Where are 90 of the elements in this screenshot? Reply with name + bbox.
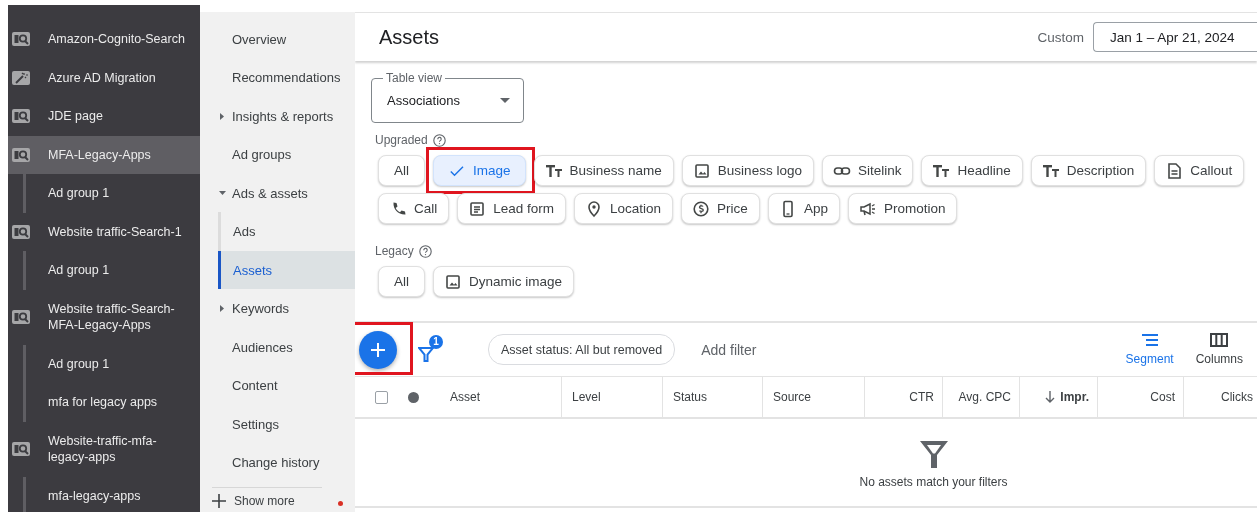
nav-item[interactable]: Ad groups — [200, 135, 355, 174]
nav-item[interactable]: Change history — [200, 443, 355, 482]
asset-type-chip[interactable]: All — [378, 266, 425, 297]
campaign-item[interactable]: JDE page — [8, 97, 200, 136]
ad-group-item[interactable]: mfa-legacy-apps — [8, 476, 200, 512]
campaign-icon — [12, 32, 30, 47]
group-label: Legacy — [375, 244, 414, 258]
campaign-icon — [12, 147, 30, 162]
form-icon — [468, 199, 487, 218]
help-icon — [432, 133, 446, 147]
campaign-item[interactable]: Website-traffic-mfa-legacy-apps — [8, 421, 200, 477]
asset-type-chip[interactable]: Business name — [533, 155, 674, 186]
nav-item[interactable]: Overview — [200, 19, 355, 59]
document-icon — [1165, 161, 1184, 180]
asset-type-chip[interactable]: All — [378, 155, 425, 186]
nav-item[interactable]: Assets — [218, 250, 355, 290]
asset-type-chip[interactable]: Dynamic image — [433, 266, 575, 297]
date-preset-label: Custom — [1037, 29, 1084, 45]
column-header[interactable]: Clicks — [1221, 390, 1253, 404]
column-header[interactable]: Cost — [1150, 390, 1175, 404]
select-all-checkbox[interactable] — [375, 390, 388, 404]
asset-type-chip[interactable]: Business logo — [681, 155, 814, 186]
ad-group-item[interactable]: Ad group 1 — [8, 251, 200, 290]
dropdown-value: Associations — [387, 93, 460, 108]
page-title: Assets — [379, 25, 441, 49]
columns-icon — [1210, 333, 1229, 347]
nav-item[interactable]: Ads & assets — [200, 173, 355, 213]
asset-type-chip[interactable]: Sitelink — [821, 155, 914, 186]
caret-down-icon — [219, 189, 226, 197]
date-range-picker[interactable]: Jan 1 – Apr 21, 2024 — [1093, 22, 1257, 52]
campaign-icon — [12, 109, 30, 124]
nav-item[interactable]: Settings — [200, 404, 355, 444]
campaign-item[interactable]: Amazon-Cognito-Search — [8, 20, 200, 59]
column-header[interactable]: Impr. — [1060, 390, 1089, 404]
asset-type-chip[interactable]: Location — [574, 193, 674, 224]
column-header[interactable]: Level — [572, 390, 601, 404]
dollar-icon — [692, 199, 711, 218]
plus-icon — [212, 493, 226, 508]
empty-message: No assets match your filters — [859, 475, 1008, 489]
filter-count-badge: 1 — [429, 334, 443, 349]
caret-down-icon — [500, 98, 510, 103]
column-header[interactable]: Source — [773, 390, 812, 404]
segment-icon — [1140, 333, 1159, 347]
nav-item[interactable]: Insights & reports — [200, 96, 355, 136]
nav-item[interactable]: Content — [200, 366, 355, 405]
nav-item[interactable]: Keywords — [200, 289, 355, 328]
group-label: Upgraded — [375, 133, 428, 147]
table-view-dropdown[interactable]: Table view Associations — [371, 71, 524, 123]
toolbar-button[interactable]: Segment — [1125, 323, 1174, 376]
wand-icon — [12, 70, 30, 85]
campaign-icon — [12, 224, 30, 239]
add-button[interactable] — [359, 330, 397, 369]
caret-right-icon — [219, 305, 226, 312]
campaign-item[interactable]: Website traffic-Search-1 — [8, 212, 200, 251]
campaign-item[interactable]: Azure AD Migration — [8, 58, 200, 97]
status-dot-icon — [408, 391, 419, 403]
ad-group-item[interactable]: Ad group 1 — [8, 344, 200, 383]
show-more-link[interactable]: Show more — [234, 493, 295, 508]
asset-type-chip[interactable]: Lead form — [457, 193, 567, 224]
campaign-item[interactable]: Website traffic-Search-MFA-Legacy-Apps — [8, 289, 200, 345]
field-label: Table view — [385, 71, 444, 85]
column-header[interactable]: Asset — [450, 390, 480, 404]
nav-item[interactable]: Recommendations — [200, 58, 355, 97]
asset-type-chip[interactable]: App — [767, 193, 840, 224]
asset-type-chip[interactable]: Price — [681, 193, 760, 224]
column-header[interactable]: CTR — [909, 390, 934, 404]
campaign-icon — [12, 310, 30, 324]
asset-type-chip[interactable]: Headline — [921, 155, 1023, 186]
filter-icon — [918, 439, 949, 469]
ad-group-item[interactable]: Ad group 1 — [8, 174, 200, 213]
add-filter-button[interactable]: Add filter — [701, 341, 757, 358]
help-icon — [418, 244, 432, 258]
column-header[interactable]: Avg. CPC — [958, 390, 1011, 404]
asset-type-chip[interactable]: Promotion — [847, 193, 958, 224]
image-icon — [444, 272, 462, 291]
toolbar-button[interactable]: Columns — [1195, 323, 1243, 376]
caret-right-icon — [219, 112, 226, 120]
nav-item[interactable]: Audiences — [200, 327, 355, 367]
filter-icon[interactable] — [418, 345, 434, 362]
asset-type-chip[interactable]: Image — [433, 155, 526, 186]
asset-type-chip[interactable]: Call — [378, 193, 450, 224]
plus-icon — [370, 341, 386, 358]
asset-type-chip[interactable]: Callout — [1154, 155, 1245, 186]
image-icon — [692, 161, 711, 180]
campaign-item[interactable]: MFA-Legacy-Apps — [8, 135, 200, 174]
filter-chip[interactable]: Asset status: All but removed — [488, 334, 676, 365]
campaign-icon — [12, 442, 30, 456]
ad-group-item[interactable]: mfa for legacy apps — [8, 383, 200, 422]
column-header[interactable]: Status — [673, 390, 708, 404]
asset-type-chip[interactable]: Description — [1030, 155, 1147, 186]
